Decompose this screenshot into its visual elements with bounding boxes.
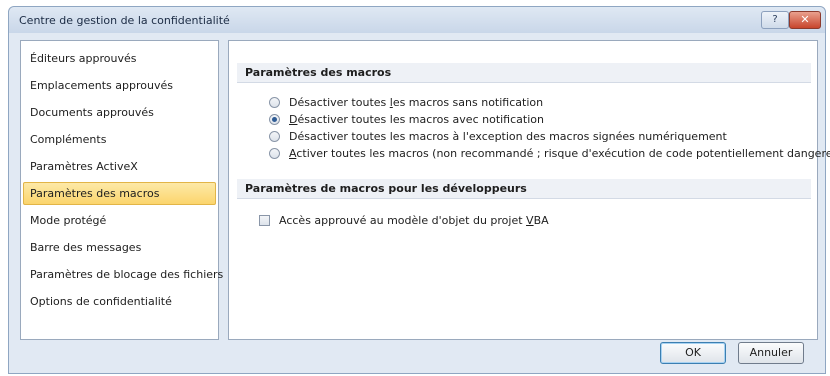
sidebar-item-file-block-settings[interactable]: Paramètres de blocage des fichiers [23, 263, 223, 286]
radio-button-selected[interactable] [269, 114, 280, 125]
developer-settings-header: Paramètres de macros pour les développeu… [237, 179, 811, 199]
checkbox-label: Accès approuvé au modèle d'objet du proj… [279, 214, 527, 227]
cancel-button[interactable]: Annuler [738, 342, 804, 364]
sidebar-item-macro-settings[interactable]: Paramètres des macros [23, 182, 216, 205]
sidebar-item-privacy-options[interactable]: Options de confidentialité [23, 290, 216, 313]
sidebar-item-protected-view[interactable]: Mode protégé [23, 209, 216, 232]
checkbox-label: BA [533, 214, 549, 227]
sidebar-item-add-ins[interactable]: Compléments [23, 128, 216, 151]
ok-button[interactable]: OK [660, 342, 726, 364]
option-label: ctiver toutes les macros (non recommandé… [296, 147, 830, 160]
checkbox[interactable] [259, 215, 270, 226]
settings-panel: Paramètres des macros Désactiver toutes … [228, 40, 830, 340]
sidebar-item-trusted-documents[interactable]: Documents approuvés [23, 101, 216, 124]
sidebar-item-activex-settings[interactable]: Paramètres ActiveX [23, 155, 216, 178]
close-button[interactable]: ✕ [789, 11, 821, 29]
macro-settings-header: Paramètres des macros [237, 63, 811, 83]
option-label: Désactiver toutes les macros à l'excepti… [289, 130, 727, 143]
radio-button[interactable] [269, 97, 280, 108]
sidebar-item-trusted-locations[interactable]: Emplacements approuvés [23, 74, 216, 97]
radio-button[interactable] [269, 131, 280, 142]
radio-button[interactable] [269, 148, 280, 159]
category-list: Éditeurs approuvés Emplacements approuvé… [20, 40, 223, 340]
option-label: Désactiver toutes [289, 96, 390, 109]
option-label: es macros sans notification [392, 96, 544, 109]
title-bar: Centre de gestion de la confidentialité … [9, 7, 825, 33]
sidebar-item-trusted-publishers[interactable]: Éditeurs approuvés [23, 47, 216, 70]
access-key: V [526, 214, 534, 227]
option-label: ésactiver toutes les macros avec notific… [297, 113, 544, 126]
help-button[interactable]: ? [761, 11, 789, 29]
sidebar-item-message-bar[interactable]: Barre des messages [23, 236, 216, 259]
dialog-title: Centre de gestion de la confidentialité [19, 14, 230, 27]
